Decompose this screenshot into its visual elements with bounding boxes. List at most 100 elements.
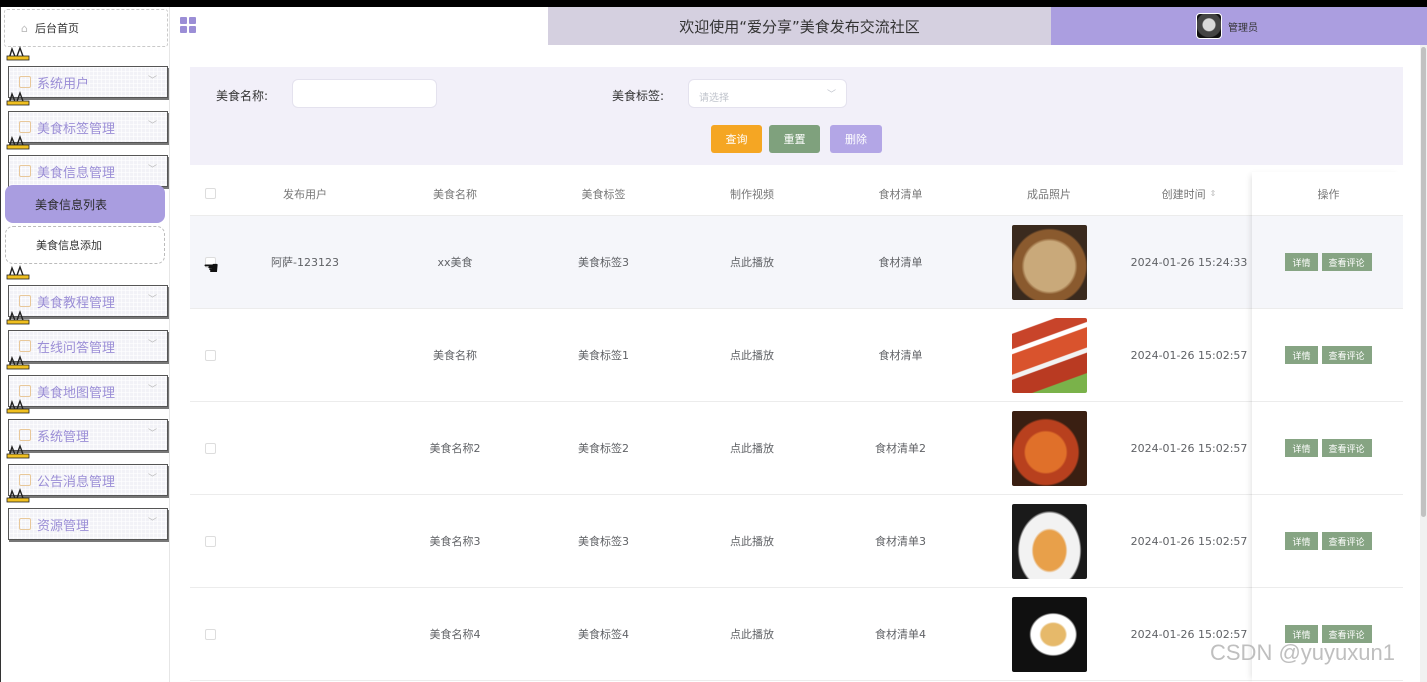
ingredients-link[interactable]: 食材清单2 — [827, 402, 974, 494]
col-header-ingredients: 食材清单 — [878, 187, 923, 201]
sidebar-menu-6[interactable]: 美食地图管理 ﹀ — [8, 375, 168, 407]
view-comments-button[interactable]: 查看评论 — [1321, 253, 1372, 271]
resource-icon — [19, 518, 31, 530]
sidebar-menu-label: 美食标签管理 — [37, 121, 116, 137]
cell-time: 2024-01-26 15:24:33 — [1130, 255, 1248, 269]
menu-grid-icon[interactable] — [180, 17, 196, 33]
info-icon — [19, 165, 31, 177]
food-photo[interactable] — [1011, 503, 1087, 579]
view-comments-button[interactable]: 查看评论 — [1321, 532, 1372, 550]
table-row[interactable]: 美食名称3 美食标签3 点此播放 食材清单3 2024-01-26 15:02:57 详情… — [190, 495, 1403, 588]
food-photo[interactable] — [1011, 596, 1087, 672]
page-title: 欢迎使用“爱分享”美食发布交流社区 — [548, 7, 1051, 45]
table-header: 发布用户 美食名称 美食标签 制作视频 食材清单 成品照片 创建时间 ⇕ 操作 — [190, 172, 1403, 216]
sort-icon[interactable]: ⇕ — [1210, 189, 1217, 198]
food-photo[interactable] — [1011, 317, 1087, 393]
chevron-down-icon: ﹀ — [147, 121, 157, 131]
binder-clip-icon — [6, 398, 30, 414]
play-video-link[interactable]: 点此播放 — [677, 309, 827, 401]
sidebar-menu-label: 在线问答管理 — [37, 340, 116, 356]
cell-name: 美食名称4 — [429, 628, 481, 641]
select-all-checkbox[interactable] — [204, 188, 216, 199]
chevron-down-icon: ﹀ — [826, 90, 836, 100]
table-row[interactable]: 美食名称4 美食标签4 点此播放 食材清单4 2024-01-26 15:02:57 详情… — [190, 588, 1403, 681]
chevron-down-icon: ﹀ — [147, 385, 157, 395]
search-panel: 美食名称: 美食标签: 请选择 ﹀ 查询 重置 删除 — [190, 67, 1403, 165]
detail-button[interactable]: 详情 — [1285, 346, 1318, 364]
cell-user — [230, 588, 380, 680]
row-checkbox[interactable] — [204, 535, 216, 547]
sidebar-menu-2[interactable]: 美食标签管理 ﹀ — [8, 111, 168, 143]
binder-clip-icon — [6, 45, 30, 61]
sidebar-menu-7[interactable]: 系统管理 ﹀ — [8, 419, 168, 451]
row-checkbox[interactable] — [204, 628, 216, 640]
sidebar-menu-8[interactable]: 公告消息管理 ﹀ — [8, 464, 168, 496]
play-video-link[interactable]: 点此播放 — [677, 495, 827, 587]
cell-user — [230, 495, 380, 587]
sidebar-subitem-food-list[interactable]: 美食信息列表 — [5, 185, 165, 223]
ingredients-link[interactable]: 食材清单 — [827, 216, 974, 308]
scrollbar-thumb[interactable] — [1421, 47, 1426, 517]
window-top-border — [0, 0, 1427, 7]
search-button[interactable]: 查询 — [711, 125, 762, 153]
food-name-label: 美食名称: — [216, 89, 269, 103]
sidebar-menu-label: 公告消息管理 — [37, 474, 116, 490]
tutorial-icon — [19, 295, 31, 307]
play-video-link[interactable]: 点此播放 — [677, 402, 827, 494]
sidebar-menu-1[interactable]: 系统用户 ﹀ — [8, 66, 168, 98]
chevron-down-icon: ﹀ — [147, 340, 157, 350]
select-placeholder: 请选择 — [699, 93, 729, 104]
notice-icon — [19, 474, 31, 486]
cell-name: 美食名称 — [433, 349, 477, 362]
play-video-link[interactable]: 点此播放 — [677, 588, 827, 680]
tag-icon — [19, 121, 31, 133]
user-menu[interactable]: 管理员 — [1051, 7, 1427, 45]
table-row[interactable]: 美食名称2 美食标签2 点此播放 食材清单2 2024-01-26 15:02:57 详情… — [190, 402, 1403, 495]
col-header-time[interactable]: 创建时间 ⇕ — [1124, 172, 1254, 215]
map-icon — [19, 385, 31, 397]
col-header-tag: 美食标签 — [581, 187, 626, 201]
table-row[interactable]: 阿萨-123123 xx美食 美食标签3 点此播放 食材清单 2024-01-26 15:… — [190, 216, 1403, 309]
sidebar-item-home[interactable]: ⌂ 后台首页 — [4, 9, 168, 47]
sidebar-subitem-food-add[interactable]: 美食信息添加 — [5, 226, 165, 264]
chevron-down-icon: ﹀ — [147, 429, 157, 439]
food-name-input[interactable] — [292, 79, 437, 108]
pointer-cursor-icon: ☚ — [203, 258, 220, 279]
sidebar-menu-4[interactable]: 美食教程管理 ﹀ — [8, 285, 168, 317]
food-tag-select[interactable]: 请选择 ﹀ — [688, 79, 847, 108]
row-checkbox[interactable] — [204, 442, 216, 454]
ingredients-link[interactable]: 食材清单 — [827, 309, 974, 401]
cell-name: 美食名称3 — [429, 535, 481, 548]
watermark: CSDN @yuyuxun1 — [1210, 640, 1395, 665]
table-row[interactable]: 美食名称 美食标签1 点此播放 食材清单 2024-01-26 15:02:57 详情 查看… — [190, 309, 1403, 402]
sidebar-menu-label: 美食信息管理 — [37, 165, 116, 181]
cell-name: 美食名称2 — [429, 442, 481, 455]
detail-button[interactable]: 详情 — [1285, 253, 1318, 271]
cell-tag: 美食标签4 — [578, 628, 629, 641]
binder-clip-icon — [6, 264, 30, 280]
user-name: 管理员 — [1228, 22, 1258, 34]
view-comments-button[interactable]: 查看评论 — [1321, 346, 1372, 364]
ingredients-link[interactable]: 食材清单4 — [827, 588, 974, 680]
cell-tag: 美食标签1 — [578, 349, 629, 362]
sidebar-menu-5[interactable]: 在线问答管理 ﹀ — [8, 330, 168, 362]
detail-button[interactable]: 详情 — [1285, 532, 1318, 550]
chevron-down-icon: ﹀ — [147, 474, 157, 484]
food-photo[interactable] — [1011, 224, 1087, 300]
header: 欢迎使用“爱分享”美食发布交流社区 管理员 — [171, 7, 1427, 45]
sidebar-menu-3[interactable]: 美食信息管理 ﹀ — [8, 155, 168, 187]
header-left — [171, 7, 548, 45]
delete-button[interactable]: 删除 — [830, 125, 882, 153]
cell-tag: 美食标签3 — [578, 256, 629, 269]
cell-time: 2024-01-26 15:02:57 — [1130, 627, 1248, 641]
play-video-link[interactable]: 点此播放 — [677, 216, 827, 308]
chevron-down-icon: ﹀ — [147, 295, 157, 305]
food-photo[interactable] — [1011, 410, 1087, 486]
binder-clip-icon — [6, 90, 30, 106]
ingredients-link[interactable]: 食材清单3 — [827, 495, 974, 587]
sidebar-menu-9[interactable]: 资源管理 ﹀ — [8, 508, 168, 540]
view-comments-button[interactable]: 查看评论 — [1321, 439, 1372, 457]
reset-button[interactable]: 重置 — [769, 125, 820, 153]
row-checkbox[interactable] — [204, 349, 216, 361]
detail-button[interactable]: 详情 — [1285, 439, 1318, 457]
